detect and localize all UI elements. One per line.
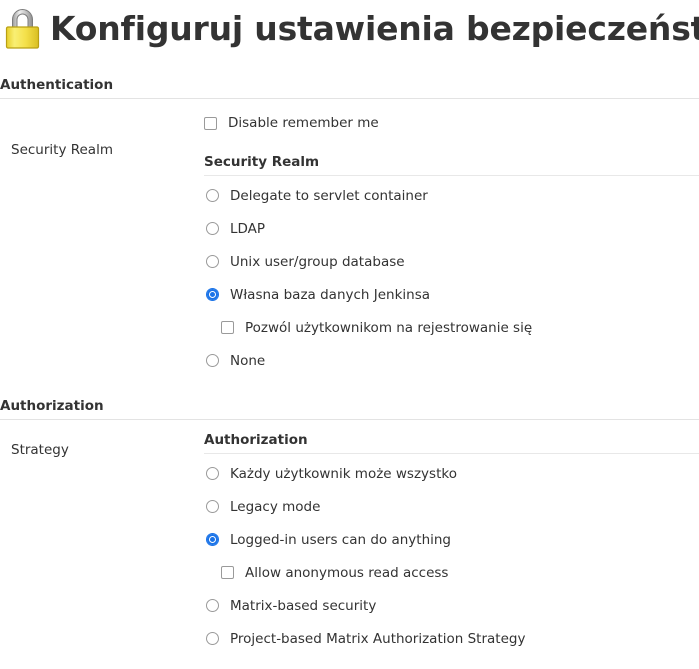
section-heading-authentication: Authentication [0, 77, 114, 93]
row-body-security-realm: Disable remember me Security Realm Deleg… [204, 111, 699, 377]
group-divider [204, 453, 699, 454]
checkbox-allow-anonymous-read-access[interactable]: Allow anonymous read access [206, 556, 699, 589]
radio-label: Legacy mode [230, 498, 321, 515]
radio-anyone-can-do-anything[interactable]: Każdy użytkownik może wszystko [206, 457, 699, 490]
section-authentication: Authentication Security Realm Disable re… [0, 77, 699, 377]
radio-logged-in-users-can-do-anything[interactable]: Logged-in users can do anything [206, 523, 699, 556]
option-list-authorization: Każdy użytkownik może wszystko Legacy mo… [204, 457, 699, 655]
group-divider [204, 175, 699, 176]
option-list-security-realm: Delegate to servlet container LDAP Unix … [204, 179, 699, 377]
radio-legacy-mode[interactable]: Legacy mode [206, 490, 699, 523]
radio-label: Logged-in users can do anything [230, 531, 452, 548]
radio-label: None [230, 352, 266, 369]
row-body-strategy: Authorization Każdy użytkownik może wszy… [204, 432, 699, 655]
checkbox-allow-users-to-sign-up[interactable]: Pozwól użytkownikom na rejestrowanie się [206, 311, 699, 344]
checkbox-icon[interactable] [221, 566, 234, 579]
radio-icon[interactable] [206, 467, 219, 480]
group-heading-security-realm: Security Realm [204, 154, 320, 170]
page-title-text: Konfiguruj ustawienia bezpieczeństwa [50, 8, 699, 48]
row-label-security-realm: Security Realm [11, 142, 113, 158]
lock-icon [2, 5, 46, 51]
checkbox-label: Disable remember me [228, 115, 379, 131]
checkbox-disable-remember-me[interactable]: Disable remember me [204, 111, 699, 135]
radio-label: Delegate to servlet container [230, 187, 428, 204]
radio-icon[interactable] [206, 189, 219, 202]
checkbox-label: Allow anonymous read access [245, 564, 449, 581]
checkbox-icon[interactable] [221, 321, 234, 334]
radio-label: Własna baza danych Jenkinsa [230, 286, 431, 303]
radio-icon[interactable] [206, 255, 219, 268]
radio-label: LDAP [230, 220, 266, 237]
form-row-strategy: Strategy Authorization Każdy użytkownik … [0, 420, 699, 655]
radio-label: Project-based Matrix Authorization Strat… [230, 630, 526, 647]
radio-jenkins-own-user-database[interactable]: Własna baza danych Jenkinsa [206, 278, 699, 311]
checkbox-label: Pozwól użytkownikom na rejestrowanie się [245, 319, 533, 336]
section-authorization: Authorization Strategy Authorization Każ… [0, 398, 699, 655]
radio-icon-selected[interactable] [206, 533, 219, 546]
radio-icon-selected[interactable] [206, 288, 219, 301]
page-title: Konfiguruj ustawienia bezpieczeństwa [0, 0, 699, 56]
group-authorization: Authorization Każdy użytkownik może wszy… [204, 432, 699, 655]
radio-icon[interactable] [206, 632, 219, 645]
radio-delegate-to-servlet-container[interactable]: Delegate to servlet container [206, 179, 699, 212]
radio-icon[interactable] [206, 354, 219, 367]
radio-project-based-matrix-authorization-strategy[interactable]: Project-based Matrix Authorization Strat… [206, 622, 699, 655]
checkbox-icon[interactable] [204, 116, 217, 130]
radio-icon[interactable] [206, 222, 219, 235]
section-heading-authorization: Authorization [0, 398, 104, 414]
group-security-realm: Security Realm Delegate to servlet conta… [204, 154, 699, 377]
radio-unix-user-group-database[interactable]: Unix user/group database [206, 245, 699, 278]
group-heading-authorization: Authorization [204, 432, 308, 448]
row-label-strategy: Strategy [11, 442, 69, 458]
radio-icon[interactable] [206, 599, 219, 612]
radio-none[interactable]: None [206, 344, 699, 377]
radio-icon[interactable] [206, 500, 219, 513]
radio-matrix-based-security[interactable]: Matrix-based security [206, 589, 699, 622]
radio-label: Unix user/group database [230, 253, 405, 270]
radio-label: Matrix-based security [230, 597, 377, 614]
form-row-security-realm: Security Realm Disable remember me Secur… [0, 99, 699, 377]
radio-label: Każdy użytkownik może wszystko [230, 465, 457, 482]
radio-ldap[interactable]: LDAP [206, 212, 699, 245]
